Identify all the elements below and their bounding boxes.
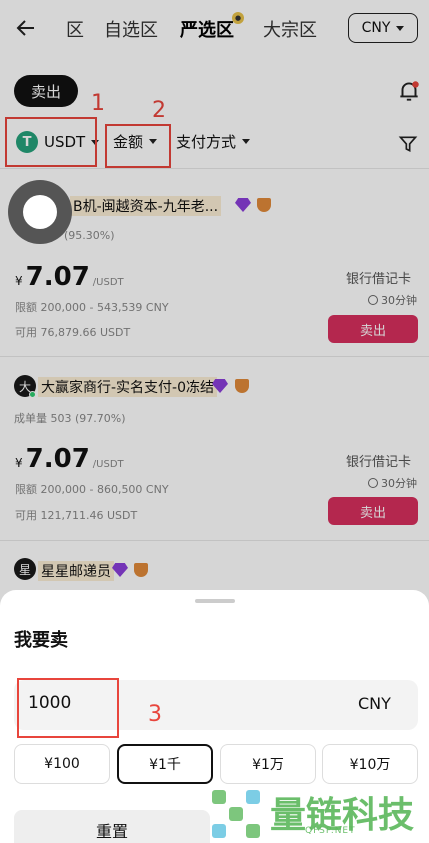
- touch-indicator: [8, 180, 72, 244]
- annotation-box-3: [17, 678, 119, 738]
- reset-button[interactable]: 重置: [14, 810, 210, 843]
- quick-amount-1k[interactable]: ¥1千: [117, 744, 213, 784]
- watermark-subtext: QFSP.NET: [305, 826, 356, 836]
- sheet-grab-handle[interactable]: [195, 599, 235, 603]
- amount-currency: CNY: [358, 694, 391, 713]
- quick-amount-100[interactable]: ¥100: [14, 744, 110, 784]
- annotation-label-3: 3: [148, 702, 162, 727]
- quick-amount-100k[interactable]: ¥10万: [322, 744, 418, 784]
- quick-amount-10k[interactable]: ¥1万: [220, 744, 316, 784]
- sheet-title: 我要卖: [14, 630, 68, 651]
- watermark-logo: [212, 790, 260, 838]
- touch-indicator-center: [23, 195, 57, 229]
